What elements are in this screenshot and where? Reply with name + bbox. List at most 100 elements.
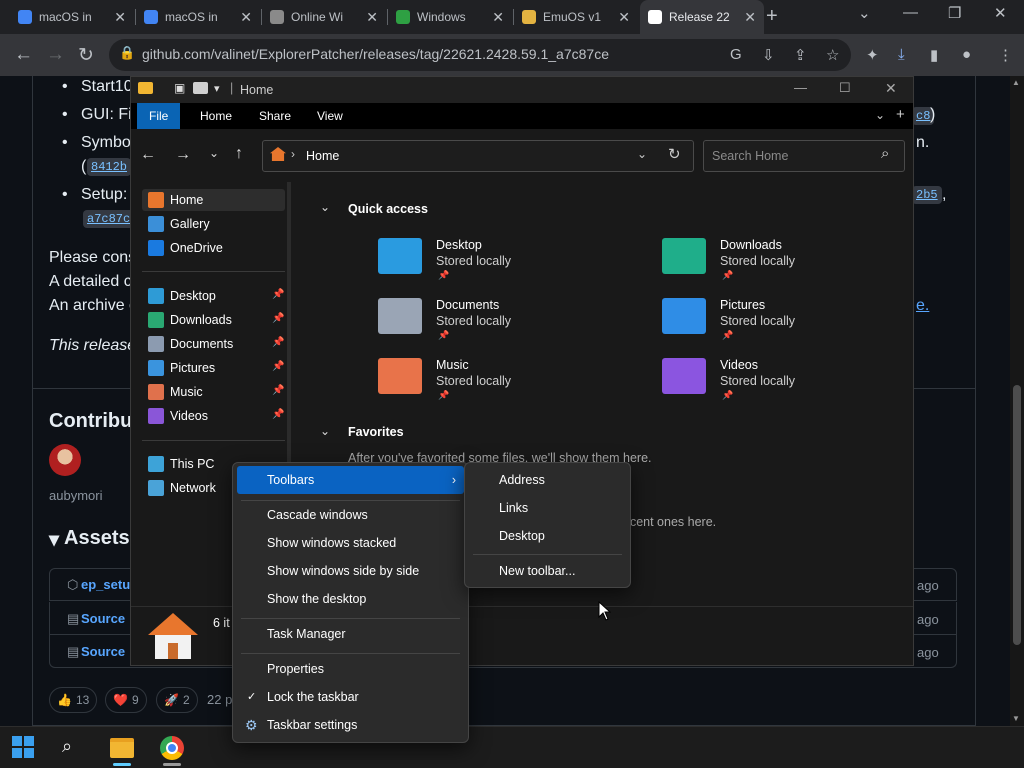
file-explorer-taskbar-icon[interactable] xyxy=(110,738,134,758)
breadcrumb-chevron-icon[interactable]: › xyxy=(291,147,295,161)
quick-access-item[interactable]: Videos Stored locally 📌 xyxy=(662,358,922,414)
commit-chip[interactable]: 8412b xyxy=(87,158,132,176)
tab-close-icon[interactable]: ✕ xyxy=(618,9,630,26)
up-icon[interactable]: ↑ xyxy=(235,145,243,163)
lock-icon[interactable]: 🔒 xyxy=(119,45,135,61)
submenu-item-address[interactable]: Address xyxy=(469,466,626,494)
sidebar-item-onedrive[interactable]: OneDrive xyxy=(148,237,223,259)
explorer-minimize[interactable]: — xyxy=(794,80,807,95)
menu-item-properties[interactable]: Properties xyxy=(237,655,464,683)
properties-icon[interactable]: ▣ xyxy=(174,81,185,95)
asset-name[interactable]: ep_setu xyxy=(81,577,130,592)
tab-close-icon[interactable]: ✕ xyxy=(366,9,378,26)
assets-toggle-icon[interactable]: ▾ xyxy=(49,527,59,552)
sidebar-item-this-pc[interactable]: This PC xyxy=(148,453,214,475)
reaction-thumbs-up[interactable]: 👍 13 xyxy=(49,687,98,713)
scroll-down-icon[interactable]: ▼ xyxy=(1012,714,1020,723)
forward-icon[interactable]: → xyxy=(175,146,191,164)
quick-access-item[interactable]: Documents Stored locally 📌 xyxy=(378,298,638,354)
reload-icon[interactable]: ↻ xyxy=(78,44,94,67)
minimize-button[interactable]: — xyxy=(903,4,918,21)
favorites-heading[interactable]: Favorites xyxy=(348,425,404,439)
ribbon-tab-share[interactable]: Share xyxy=(247,103,303,129)
breadcrumb[interactable]: Home xyxy=(306,149,339,163)
menu-item-toolbars[interactable]: Toolbars › xyxy=(237,466,464,494)
sidebar-item-videos[interactable]: Videos xyxy=(148,405,208,427)
pin-icon[interactable]: 📌 xyxy=(272,313,284,324)
maximize-button[interactable]: ❐ xyxy=(948,4,961,22)
ribbon-tab-view[interactable]: View xyxy=(305,103,355,129)
bookmark-star-icon[interactable]: ☆ xyxy=(826,46,839,64)
menu-item-show-desktop[interactable]: Show the desktop xyxy=(237,585,464,613)
browser-tab[interactable]: macOS in ✕ xyxy=(136,0,260,34)
close-window-button[interactable]: ✕ xyxy=(994,4,1007,22)
tab-search-icon[interactable]: ⌄ xyxy=(858,4,871,22)
menu-item-cascade[interactable]: Cascade windows xyxy=(237,501,464,529)
quick-access-item[interactable]: Desktop Stored locally 📌 xyxy=(378,238,638,294)
menu-item-taskbar-settings[interactable]: ⚙ Taskbar settings xyxy=(237,711,464,739)
quick-access-item[interactable]: Pictures Stored locally 📌 xyxy=(662,298,922,354)
sidebar-item-home[interactable]: Home xyxy=(148,189,203,211)
menu-kebab-icon[interactable]: ⋮ xyxy=(998,46,1013,64)
menu-item-lock-taskbar[interactable]: ✓ Lock the taskbar xyxy=(237,683,464,711)
sidebar-item-music[interactable]: Music xyxy=(148,381,203,403)
asset-name[interactable]: Source xyxy=(81,644,125,659)
submenu-item-new-toolbar[interactable]: New toolbar... xyxy=(469,557,626,585)
tab-close-icon[interactable]: ✕ xyxy=(492,9,504,26)
forward-icon[interactable]: → xyxy=(46,44,65,66)
asset-name[interactable]: Source xyxy=(81,611,125,626)
collapse-chevron-icon[interactable]: ⌄ xyxy=(320,424,330,438)
tab-close-icon[interactable]: ✕ xyxy=(114,9,126,26)
pin-icon[interactable]: 📌 xyxy=(272,409,284,420)
quick-access-item[interactable]: Downloads Stored locally 📌 xyxy=(662,238,922,294)
ribbon-tab-file[interactable]: File xyxy=(137,103,181,129)
search-taskbar-icon[interactable]: ⌕ xyxy=(62,736,72,757)
explorer-close[interactable]: ✕ xyxy=(885,80,897,97)
sidebar-item-documents[interactable]: Documents xyxy=(148,333,233,355)
quick-access-item[interactable]: Music Stored locally 📌 xyxy=(378,358,638,414)
sidebar-item-downloads[interactable]: Downloads xyxy=(148,309,232,331)
browser-tab[interactable]: macOS in ✕ xyxy=(10,0,134,34)
collapse-chevron-icon[interactable]: ⌄ xyxy=(320,200,330,214)
profile-icon[interactable]: ● xyxy=(962,46,971,63)
ribbon-expand-icon[interactable]: ⌄ xyxy=(875,108,885,122)
commit-chip[interactable]: 2b5 xyxy=(912,186,942,204)
start-button[interactable] xyxy=(12,736,34,758)
recent-dropdown-icon[interactable]: ⌄ xyxy=(209,146,219,160)
tab-close-icon[interactable]: ✕ xyxy=(744,9,756,26)
reaction-rocket[interactable]: 🚀 2 xyxy=(156,687,198,713)
quick-access-heading[interactable]: Quick access xyxy=(348,202,428,216)
new-tab-plus-icon[interactable]: + xyxy=(896,106,905,123)
new-folder-icon[interactable] xyxy=(193,82,208,94)
share-icon[interactable]: ⇪ xyxy=(794,46,807,64)
extensions-icon[interactable]: ✦ xyxy=(866,46,879,64)
submenu-item-desktop[interactable]: Desktop xyxy=(469,522,626,550)
browser-tab[interactable]: Online Wi ✕ xyxy=(262,0,386,34)
address-dropdown-icon[interactable]: ⌄ xyxy=(637,147,647,161)
menu-item-task-manager[interactable]: Task Manager xyxy=(237,620,464,648)
tab-close-icon[interactable]: ✕ xyxy=(240,9,252,26)
browser-tab[interactable]: EmuOS v1 ✕ xyxy=(514,0,638,34)
browser-tab[interactable]: Release 22 ✕ xyxy=(640,0,764,34)
back-icon[interactable]: ← xyxy=(14,44,33,66)
chrome-taskbar-icon[interactable] xyxy=(160,736,184,760)
pin-icon[interactable]: 📌 xyxy=(272,289,284,300)
google-icon[interactable]: G xyxy=(730,46,742,63)
ribbon-tab-home[interactable]: Home xyxy=(188,103,244,129)
install-app-icon[interactable]: ⇩ xyxy=(762,46,775,64)
pin-icon[interactable]: 📌 xyxy=(272,361,284,372)
side-panel-icon[interactable]: ▮ xyxy=(930,46,938,64)
sidebar-item-network[interactable]: Network xyxy=(148,477,216,499)
search-icon[interactable]: ⌕ xyxy=(881,145,889,162)
submenu-item-links[interactable]: Links xyxy=(469,494,626,522)
menu-item-side-by-side[interactable]: Show windows side by side xyxy=(237,557,464,585)
browser-tab[interactable]: Windows ✕ xyxy=(388,0,512,34)
scrollbar-thumb[interactable] xyxy=(1013,385,1021,645)
sidebar-item-gallery[interactable]: Gallery xyxy=(148,213,210,235)
downloads-icon[interactable]: ⤓ xyxy=(898,46,905,63)
reaction-heart[interactable]: ❤️ 9 xyxy=(105,687,147,713)
sidebar-item-pictures[interactable]: Pictures xyxy=(148,357,215,379)
pin-icon[interactable]: 📌 xyxy=(272,385,284,396)
qat-dropdown-icon[interactable]: ▾ xyxy=(214,82,220,95)
commit-chip[interactable]: a7c87c xyxy=(83,210,135,228)
